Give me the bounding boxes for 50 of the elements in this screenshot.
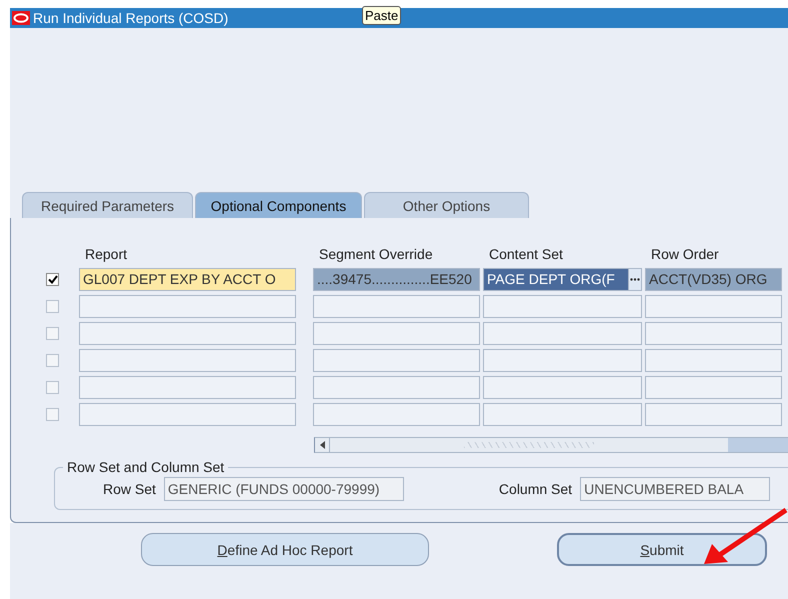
input-field[interactable]: PAGE DEPT ORG(F	[483, 268, 629, 291]
input-field[interactable]	[483, 295, 642, 318]
column-header: Content Set	[488, 246, 564, 264]
input-field[interactable]: ACCT(VD35) ORG	[645, 268, 782, 291]
input-field[interactable]: GL007 DEPT EXP BY ACCT O	[79, 268, 296, 291]
column-header: Segment Override	[318, 246, 434, 264]
tooltip: Paste	[362, 6, 402, 25]
input-field[interactable]	[483, 349, 642, 372]
tab[interactable]: Required Parameters	[22, 192, 193, 218]
oval-logo-icon	[12, 11, 30, 25]
input-field[interactable]	[79, 295, 296, 318]
checkbox[interactable]	[46, 354, 59, 367]
window-title: Run Individual Reports (COSD)	[33, 10, 228, 26]
input-field[interactable]	[645, 403, 782, 426]
input-field[interactable]	[483, 403, 642, 426]
input-field[interactable]	[313, 376, 480, 399]
button[interactable]: Submit	[557, 533, 767, 566]
input-field[interactable]: GENERIC (FUNDS 00000-79999)	[164, 477, 404, 501]
checkbox[interactable]	[46, 273, 59, 286]
input-field[interactable]	[645, 376, 782, 399]
input-field[interactable]	[79, 322, 296, 345]
input-field[interactable]	[313, 322, 480, 345]
horizontal-scrollbar[interactable]	[314, 437, 788, 453]
input-field[interactable]	[483, 376, 642, 399]
column-header: Report	[84, 246, 128, 264]
ellipsis-icon	[630, 278, 640, 281]
input-field[interactable]: UNENCUMBERED BALA	[580, 477, 770, 501]
input-field[interactable]: ....39475...............EE520	[313, 268, 480, 291]
input-field[interactable]	[483, 322, 642, 345]
input-field[interactable]	[645, 322, 782, 345]
field-label: Column Set	[498, 481, 572, 497]
input-field[interactable]	[313, 349, 480, 372]
input-field[interactable]	[79, 376, 296, 399]
column-header: Row Order	[650, 246, 720, 264]
checkbox[interactable]	[46, 300, 59, 313]
tab[interactable]: Optional Components	[195, 192, 362, 218]
list-of-values-button[interactable]	[628, 268, 642, 291]
group-title: Row Set and Column Set	[66, 459, 226, 475]
checkbox[interactable]	[46, 408, 59, 421]
tab[interactable]: Other Options	[364, 192, 529, 218]
input-field[interactable]	[313, 403, 480, 426]
input-field[interactable]	[645, 295, 782, 318]
field-label: Row Set	[103, 481, 156, 497]
button[interactable]: Define Ad Hoc Report	[141, 533, 429, 566]
input-field[interactable]	[79, 349, 296, 372]
input-field[interactable]	[79, 403, 296, 426]
checkbox[interactable]	[46, 381, 59, 394]
input-field[interactable]	[645, 349, 782, 372]
checkbox[interactable]	[46, 327, 59, 340]
input-field[interactable]	[313, 295, 480, 318]
